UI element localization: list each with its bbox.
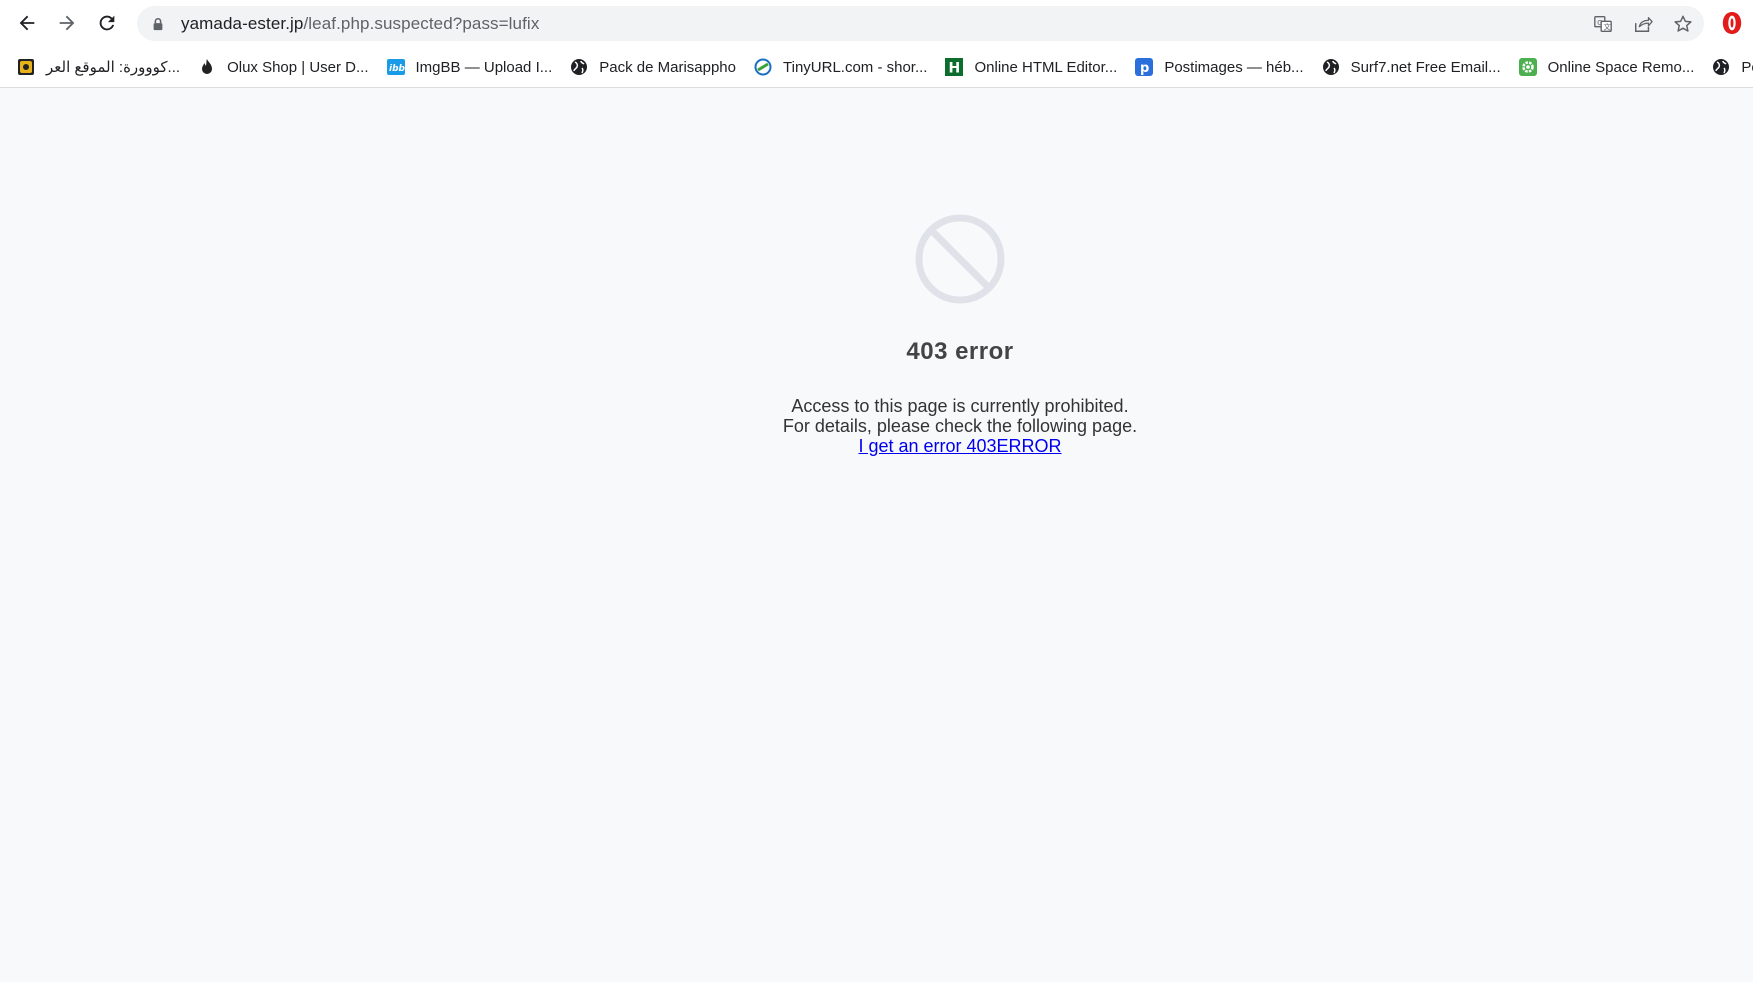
translate-icon[interactable]: G文	[1592, 13, 1614, 35]
back-button[interactable]	[12, 8, 42, 38]
extension-icon[interactable]	[1720, 10, 1744, 36]
forward-arrow-icon	[59, 15, 75, 31]
bookmark-item[interactable]: Olux Shop | User D...	[189, 52, 377, 82]
bookmark-star-icon[interactable]	[1672, 13, 1694, 35]
message-line-1: Access to this page is currently prohibi…	[791, 396, 1129, 416]
bookmark-item[interactable]: Pack de Marisappho	[561, 52, 745, 82]
bookmark-label: Online Space Remo...	[1547, 58, 1695, 76]
bookmark-item[interactable]: Pov	[1703, 52, 1753, 82]
globe-icon	[570, 58, 588, 76]
svg-text:H: H	[949, 61, 961, 77]
flame-icon	[198, 58, 216, 76]
reload-button[interactable]	[92, 8, 122, 38]
bookmark-label: ImgBB — Upload I...	[415, 58, 553, 76]
share-icon[interactable]	[1632, 13, 1654, 35]
bookmark-item[interactable]: p Postimages — héb...	[1126, 52, 1312, 82]
bookmark-item[interactable]: H Online HTML Editor...	[936, 52, 1126, 82]
bookmark-item[interactable]: ibb ImgBB — Upload I...	[378, 52, 562, 82]
bookmark-label: كووورة: الموقع العر...	[46, 59, 181, 76]
bookmark-item[interactable]: TinyURL.com - shor...	[745, 52, 936, 82]
message-line-2: For details, please check the following …	[782, 416, 1138, 436]
svg-text:p: p	[1140, 61, 1149, 76]
bookmark-label: Pov	[1741, 58, 1753, 76]
bookmark-label: Surf7.net Free Email...	[1350, 58, 1501, 76]
url-host: yamada-ester.jp	[181, 13, 304, 33]
tinyurl-icon	[754, 58, 772, 76]
bookmark-label: Postimages — héb...	[1164, 58, 1304, 76]
bookmark-item[interactable]: كووورة: الموقع العر...	[0, 52, 189, 82]
html-editor-icon: H	[945, 58, 964, 77]
back-arrow-icon	[19, 15, 35, 31]
kooora-icon	[17, 58, 35, 76]
browser-toolbar: yamada-ester.jp/leaf.php.suspected?pass=…	[0, 0, 1753, 47]
forward-button[interactable]	[52, 8, 82, 38]
address-bar[interactable]: yamada-ester.jp/leaf.php.suspected?pass=…	[137, 6, 1704, 41]
gear-icon	[1518, 58, 1537, 76]
bookmark-label: Olux Shop | User D...	[227, 58, 369, 76]
globe-icon	[1322, 58, 1340, 76]
bookmark-label: Pack de Marisappho	[599, 58, 736, 76]
page-content: 403 error Access to this page is current…	[0, 88, 1753, 982]
page-title: 403 error	[906, 338, 1014, 365]
postimages-icon: p	[1135, 58, 1154, 76]
globe-icon	[1712, 58, 1730, 76]
imgbb-icon: ibb	[386, 58, 405, 76]
url-text[interactable]: yamada-ester.jp/leaf.php.suspected?pass=…	[181, 14, 539, 34]
lock-icon	[151, 16, 167, 32]
bookmarks-bar: كووورة: الموقع العر... Olux Shop | User …	[0, 47, 1753, 88]
bookmark-item[interactable]: Online Space Remo...	[1510, 52, 1704, 82]
prohibited-icon	[915, 214, 1005, 304]
bookmark-label: Online HTML Editor...	[974, 58, 1118, 76]
bookmark-item[interactable]: Surf7.net Free Email...	[1313, 52, 1510, 82]
reload-icon	[99, 15, 115, 31]
url-path: /leaf.php.suspected?pass=lufix	[303, 13, 540, 33]
bookmark-label: TinyURL.com - shor...	[783, 58, 928, 76]
svg-text:文: 文	[1603, 22, 1611, 31]
svg-text:ibb: ibb	[389, 64, 405, 74]
error-message: Access to this page is currently prohibi…	[0, 396, 1753, 456]
error-help-link[interactable]: I get an error 403ERROR	[858, 436, 1061, 456]
